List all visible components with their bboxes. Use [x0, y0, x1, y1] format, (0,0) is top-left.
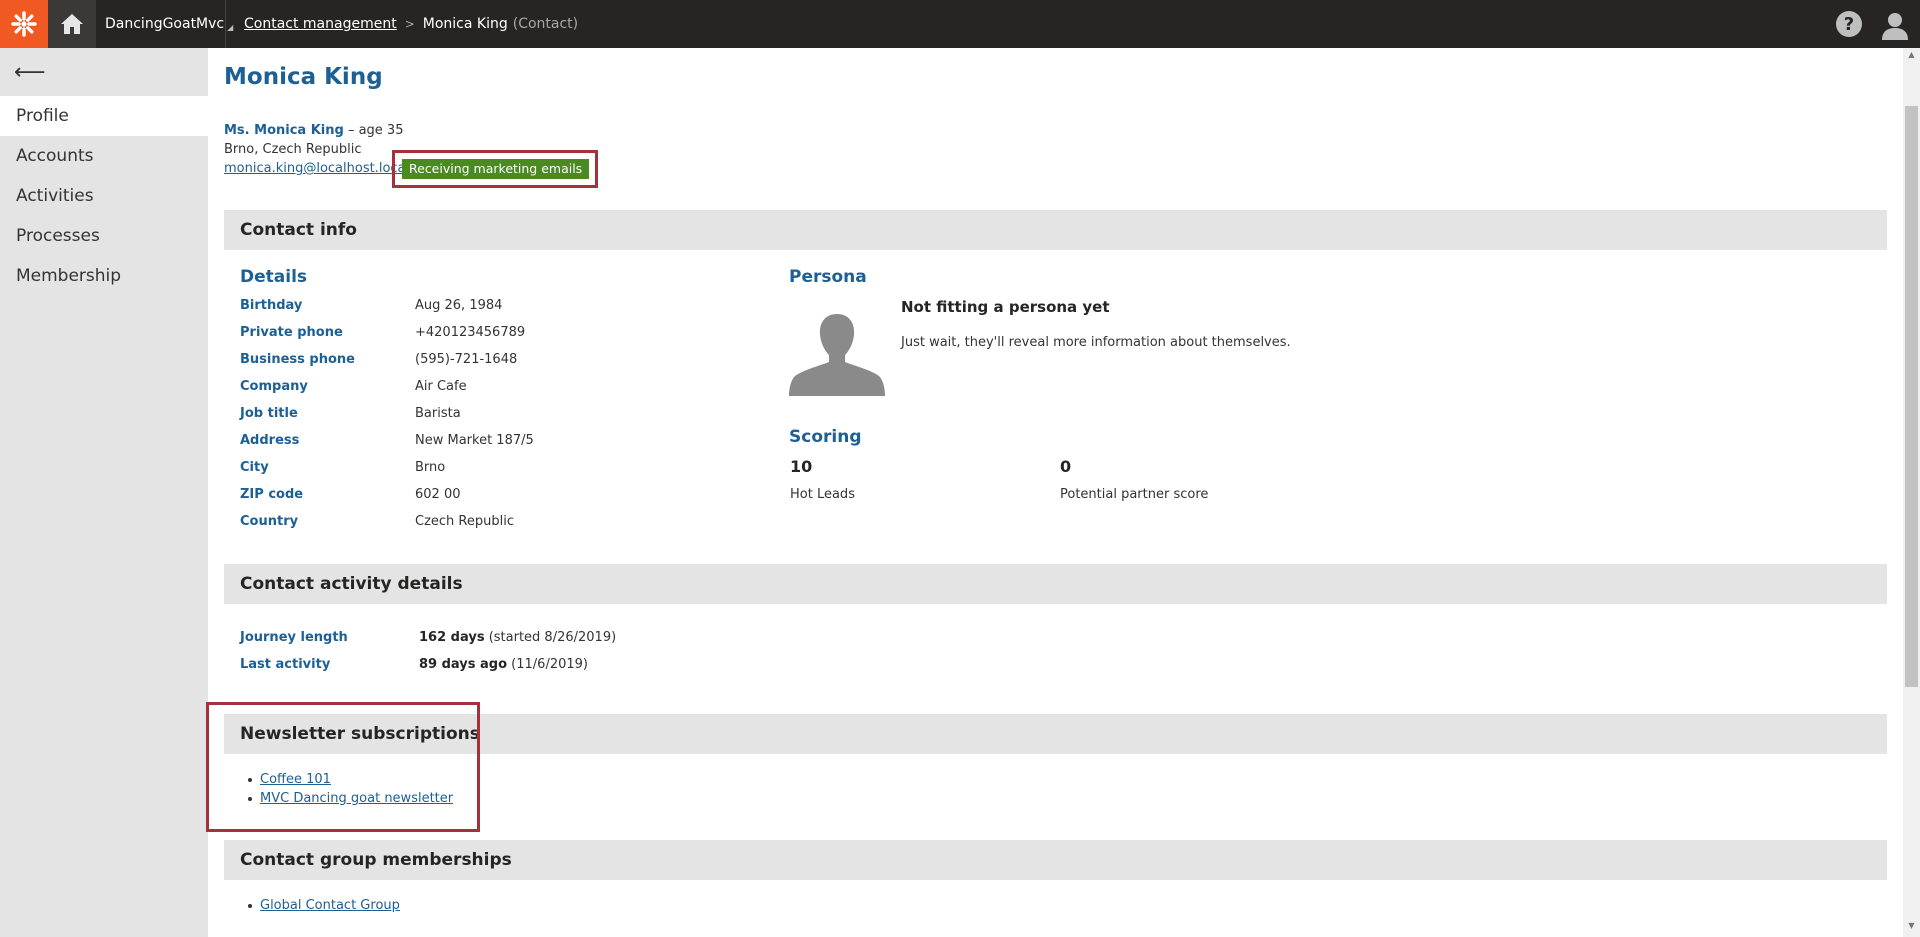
last-activity-label: Last activity: [240, 657, 331, 672]
detail-value: New Market 187/5: [415, 433, 534, 448]
persona-silhouette-icon: [789, 310, 885, 396]
contact-location: Brno, Czech Republic: [224, 142, 362, 157]
score-label-potential-partner: Potential partner score: [1060, 487, 1209, 502]
persona-description: Just wait, they'll reveal more informati…: [901, 335, 1291, 350]
journey-length-value: 162 days (started 8/26/2019): [419, 630, 617, 645]
breadcrumb-current: Monica King: [422, 16, 508, 32]
persona-name: Not fitting a persona yet: [901, 298, 1110, 316]
score-value-potential-partner: 0: [1060, 457, 1072, 476]
sidebar-item-processes[interactable]: Processes: [0, 216, 208, 256]
persona-title: Persona: [789, 267, 867, 287]
breadcrumb-type: (Contact): [512, 16, 579, 32]
detail-value: Brno: [415, 460, 446, 475]
contact-summary: Ms. Monica King – age 35 Brno, Czech Rep…: [224, 121, 406, 178]
site-name: DancingGoatMvc: [105, 16, 225, 32]
scoring-title: Scoring: [789, 427, 862, 447]
sidebar-item-activities[interactable]: Activities: [0, 176, 208, 216]
detail-label: Private phone: [240, 325, 343, 340]
contact-group-link-global[interactable]: Global Contact Group: [260, 898, 400, 913]
marketing-status-badge: Receiving marketing emails: [402, 159, 590, 179]
detail-value: (595)-721-1648: [415, 352, 518, 367]
detail-label: ZIP code: [240, 487, 304, 502]
detail-value: Barista: [415, 406, 461, 421]
list-item: Global Contact Group: [224, 896, 400, 915]
breadcrumb: Contact management > Monica King (Contac…: [244, 0, 578, 48]
detail-value: 602 00: [415, 487, 461, 502]
contact-full-name: Ms. Monica King: [224, 123, 344, 138]
back-arrow-icon[interactable]: ⟵: [0, 48, 208, 96]
scrollbar-thumb[interactable]: [1905, 106, 1918, 687]
caret-down-icon: ◢: [227, 22, 234, 32]
highlight-box-newsletters: [206, 702, 480, 832]
detail-label: Business phone: [240, 352, 355, 367]
contact-email-link[interactable]: monica.king@localhost.loca: [224, 161, 406, 176]
detail-value: +420123456789: [415, 325, 526, 340]
top-bar: DancingGoatMvc ◢ Contact management > Mo…: [0, 0, 1920, 48]
detail-label: Country: [240, 514, 299, 529]
detail-label: Job title: [240, 406, 298, 421]
user-icon[interactable]: [1880, 10, 1910, 40]
score-label-hot-leads: Hot Leads: [790, 487, 855, 502]
scroll-up-icon[interactable]: ▲: [1905, 50, 1918, 64]
detail-label: Company: [240, 379, 308, 394]
breadcrumb-contact-management[interactable]: Contact management: [244, 16, 397, 32]
detail-label: Address: [240, 433, 300, 448]
scroll-down-icon[interactable]: ▼: [1905, 921, 1918, 935]
score-value-hot-leads: 10: [790, 457, 813, 476]
contact-group-list: Global Contact Group: [224, 896, 400, 915]
section-header-activity: Contact activity details: [224, 564, 1887, 604]
detail-label: Birthday: [240, 298, 303, 313]
sidebar: ⟵ Profile Accounts Activities Processes …: [0, 48, 208, 937]
sidebar-item-profile[interactable]: Profile: [0, 96, 208, 136]
sidebar-item-accounts[interactable]: Accounts: [0, 136, 208, 176]
site-selector[interactable]: DancingGoatMvc ◢: [96, 0, 233, 48]
detail-label: City: [240, 460, 269, 475]
detail-value: Air Cafe: [415, 379, 467, 394]
detail-value: Czech Republic: [415, 514, 514, 529]
section-header-contact-groups: Contact group memberships: [224, 840, 1887, 880]
page-title: Monica King: [224, 64, 383, 90]
contact-age: – age 35: [343, 123, 404, 138]
details-title: Details: [240, 267, 308, 287]
kentico-logo-icon[interactable]: [0, 0, 48, 48]
detail-value: Aug 26, 1984: [415, 298, 503, 313]
section-header-contact-info: Contact info: [224, 210, 1887, 250]
help-icon[interactable]: ?: [1836, 11, 1862, 37]
last-activity-value: 89 days ago (11/6/2019): [419, 657, 588, 672]
journey-length-label: Journey length: [240, 630, 348, 645]
home-icon[interactable]: [48, 0, 96, 48]
chevron-right-icon: >: [404, 17, 415, 31]
sidebar-item-membership[interactable]: Membership: [0, 256, 208, 296]
